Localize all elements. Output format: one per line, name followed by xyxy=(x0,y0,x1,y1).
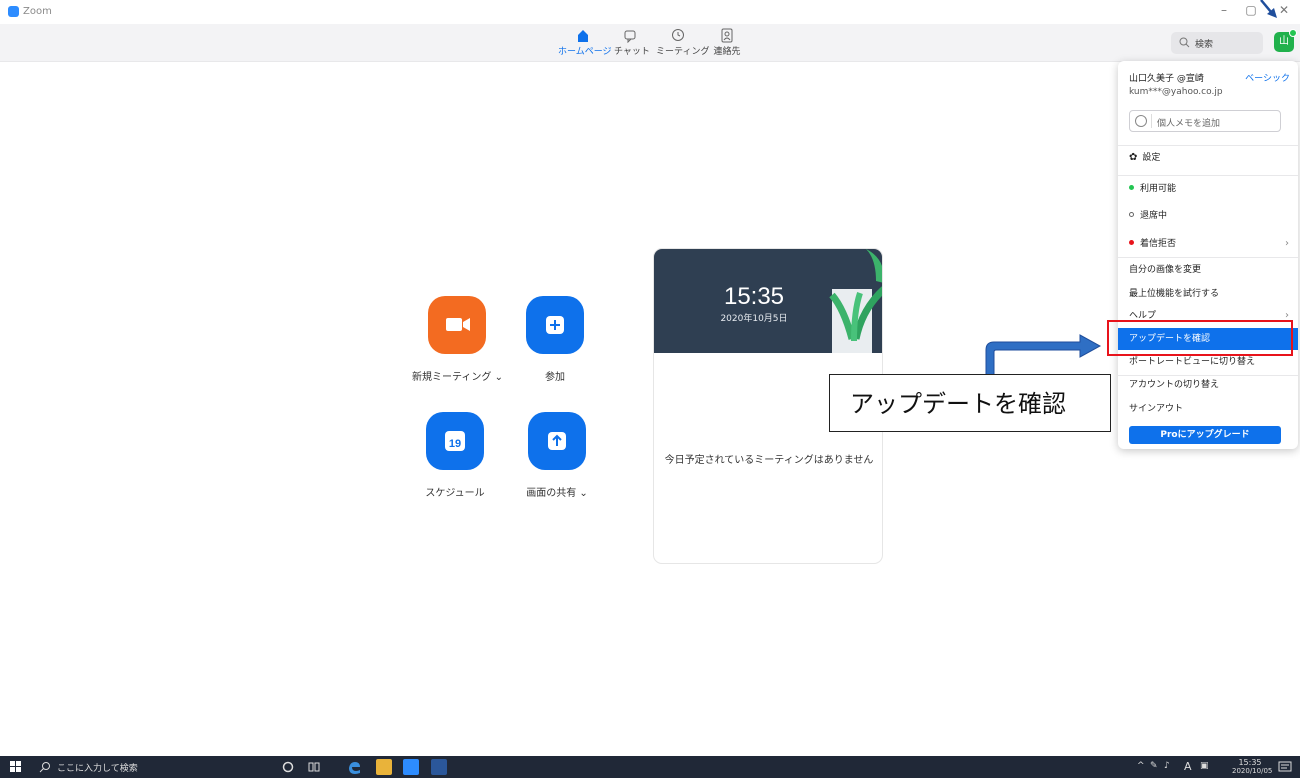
no-meetings-message: 今日予定されているミーティングはありません xyxy=(664,455,874,466)
pen-icon[interactable]: ✎ xyxy=(1150,761,1158,771)
edge-browser-icon[interactable] xyxy=(346,759,362,775)
schedule-label: スケジュール xyxy=(425,488,485,499)
tab-home[interactable]: ホームページ xyxy=(558,28,612,57)
tab-meetings[interactable]: ミーティング xyxy=(656,28,710,57)
title-bar: Zoom – ▢ ✕ xyxy=(0,0,1300,24)
status-available-label: 利用可能 xyxy=(1140,184,1177,194)
new-meeting-button[interactable] xyxy=(428,296,486,354)
menu-divider xyxy=(1118,175,1298,176)
callout-box: アップデートを確認 xyxy=(829,374,1111,432)
upgrade-to-pro-button[interactable]: Proにアップグレード xyxy=(1129,426,1281,444)
plus-icon xyxy=(546,316,564,334)
search-icon xyxy=(1179,37,1190,48)
menu-divider xyxy=(1118,145,1298,146)
status-dnd-label: 着信拒否 xyxy=(1140,239,1177,249)
task-view-icon[interactable] xyxy=(308,761,320,773)
notifications-icon[interactable] xyxy=(1278,760,1292,774)
join-action[interactable]: 参加 xyxy=(512,296,598,383)
tab-chat-label: チャット xyxy=(614,47,650,57)
personal-note-input[interactable]: 個人メモを追加 xyxy=(1129,110,1281,132)
smiley-icon xyxy=(1135,115,1147,127)
menu-divider xyxy=(1118,257,1298,258)
online-status-dot xyxy=(1289,29,1297,37)
search-label: 検索 xyxy=(1195,40,1214,50)
switch-account-item[interactable]: アカウントの切り替え xyxy=(1118,374,1298,396)
top-navigation: ホームページ チャット ミーティング 連絡先 検索 山 xyxy=(0,24,1300,62)
tray-chevron-up-icon[interactable]: ^ xyxy=(1137,761,1145,771)
card-header-image: 15:35 2020年10月5日 xyxy=(654,249,882,353)
ime-pad-icon[interactable]: ▣ xyxy=(1200,761,1209,771)
tab-meetings-label: ミーティング xyxy=(656,47,710,57)
schedule-button[interactable]: 19 xyxy=(426,412,484,470)
chevron-right-icon: › xyxy=(1285,238,1289,249)
taskbar-clock[interactable]: 15:35 2020/10/05 xyxy=(1232,758,1273,776)
search-icon[interactable] xyxy=(39,761,51,773)
tab-contacts-label: 連絡先 xyxy=(713,47,741,57)
current-date: 2020年10月5日 xyxy=(720,314,788,324)
status-available-dot xyxy=(1129,185,1134,190)
user-name: 山口久美子 @宣崎 xyxy=(1129,74,1204,84)
speaker-icon[interactable]: ♪ xyxy=(1164,761,1170,771)
settings-label: 設定 xyxy=(1142,153,1161,163)
taskbar-search-input[interactable]: ここに入力して検索 xyxy=(57,761,138,774)
clock-icon xyxy=(672,29,684,41)
user-email: kum***@yahoo.co.jp xyxy=(1129,87,1223,97)
home-icon xyxy=(578,30,588,42)
search-input[interactable]: 検索 xyxy=(1171,32,1263,54)
note-divider xyxy=(1151,114,1152,128)
clock-time: 15:35 xyxy=(1238,758,1262,767)
callout-arrow-icon xyxy=(985,334,1102,377)
cortana-icon[interactable] xyxy=(282,761,294,773)
join-label: 参加 xyxy=(545,372,565,383)
share-up-arrow-icon xyxy=(548,432,566,450)
taskbar: ここに入力して検索 ^ ✎ ♪ A ▣ 15:35 2020/10/05 xyxy=(0,756,1300,778)
calendar-icon: 19 xyxy=(445,431,465,451)
new-meeting-action[interactable]: 新規ミーティング ⌄ xyxy=(412,296,503,383)
zoom-logo-icon xyxy=(8,6,19,17)
note-placeholder: 個人メモを追加 xyxy=(1157,119,1221,129)
status-available-item[interactable]: 利用可能 xyxy=(1118,178,1298,200)
chat-icon xyxy=(624,30,636,43)
sign-out-item[interactable]: サインアウト xyxy=(1118,398,1298,420)
minimize-button[interactable]: – xyxy=(1214,3,1234,17)
gear-icon: ✿ xyxy=(1129,152,1138,163)
calendar-day-text: 19 xyxy=(449,438,461,450)
zoom-taskbar-icon[interactable] xyxy=(403,759,419,775)
new-meeting-label: 新規ミーティング ⌄ xyxy=(412,372,503,383)
window-title: Zoom xyxy=(23,6,52,17)
highlight-box xyxy=(1107,320,1293,356)
tab-contacts[interactable]: 連絡先 xyxy=(710,28,744,57)
try-top-features-item[interactable]: 最上位機能を試行する xyxy=(1118,283,1298,305)
change-picture-item[interactable]: 自分の画像を変更 xyxy=(1118,259,1298,281)
status-dnd-dot xyxy=(1129,240,1134,245)
avatar-letter: 山 xyxy=(1279,36,1289,47)
tab-home-label: ホームページ xyxy=(558,47,612,57)
contacts-icon xyxy=(721,28,733,43)
windows-start-icon[interactable] xyxy=(10,761,22,773)
share-screen-action[interactable]: 画面の共有 ⌄ xyxy=(512,412,602,499)
share-screen-label: 画面の共有 ⌄ xyxy=(526,488,588,499)
ime-indicator[interactable]: A xyxy=(1184,760,1192,773)
plan-label[interactable]: ベーシック xyxy=(1245,71,1290,84)
current-time: 15:35 xyxy=(723,283,785,310)
settings-menu-item[interactable]: ✿ 設定 xyxy=(1118,147,1298,169)
file-explorer-icon[interactable] xyxy=(376,759,392,775)
annotation-arrow-icon xyxy=(1260,0,1277,18)
status-away-label: 退席中 xyxy=(1140,211,1168,221)
status-away-item[interactable]: 退席中 xyxy=(1118,205,1298,227)
profile-menu: 山口久美子 @宣崎 ベーシック kum***@yahoo.co.jp 個人メモを… xyxy=(1118,61,1298,449)
join-button[interactable] xyxy=(526,296,584,354)
word-icon[interactable] xyxy=(431,759,447,775)
clock-date: 2020/10/05 xyxy=(1232,767,1273,775)
status-away-dot xyxy=(1129,212,1134,217)
share-screen-button[interactable] xyxy=(528,412,586,470)
tab-chat[interactable]: チャット xyxy=(614,28,650,57)
video-camera-icon xyxy=(446,318,470,331)
schedule-action[interactable]: 19 スケジュール xyxy=(412,412,498,499)
avatar[interactable]: 山 xyxy=(1274,29,1297,52)
status-dnd-item[interactable]: 着信拒否 › xyxy=(1118,233,1298,255)
